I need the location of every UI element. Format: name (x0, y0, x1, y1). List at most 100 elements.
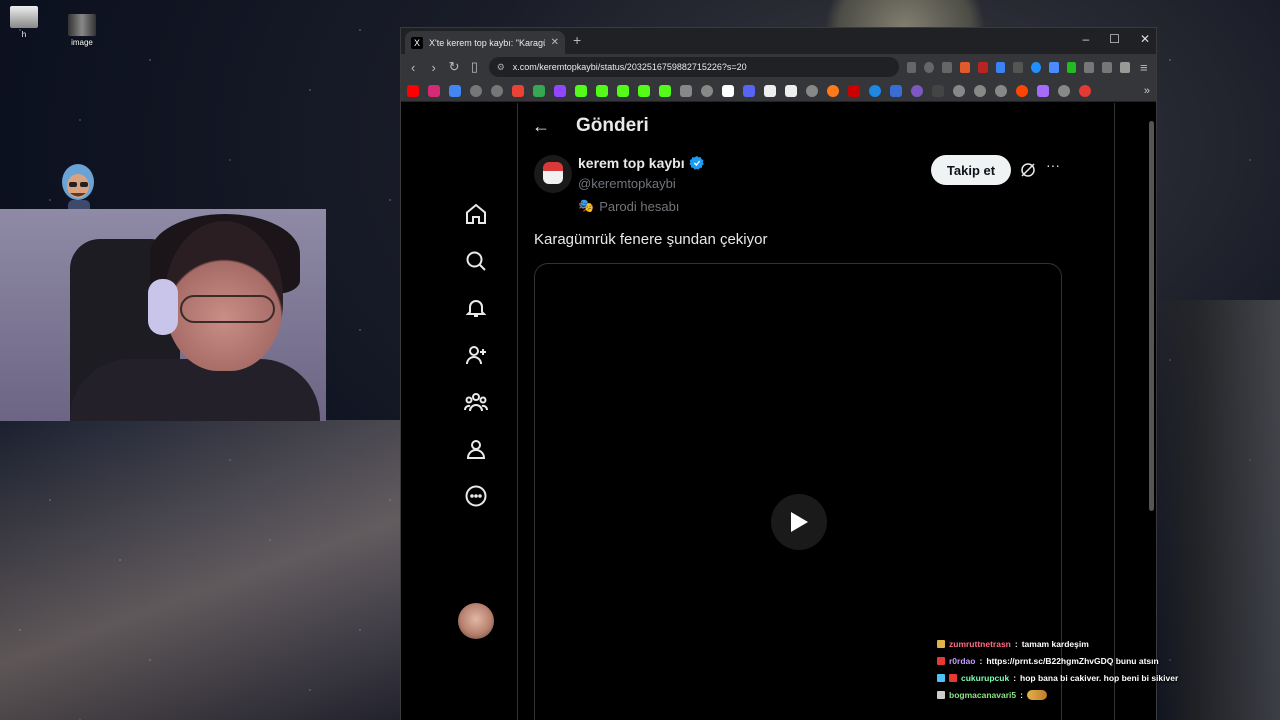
bookmark-icon[interactable]: ▯ (468, 59, 480, 75)
chat-message: r0rdao: https://prnt.sc/B22hgmZhvGDQ bun… (937, 652, 1237, 669)
kick-bookmark-icon[interactable] (575, 84, 587, 97)
sidebar-icon[interactable] (1102, 61, 1112, 73)
home-icon[interactable] (461, 199, 491, 229)
bookmark-icon[interactable] (911, 84, 923, 97)
zoom-icon[interactable] (924, 61, 935, 73)
desktop-thumbnail (10, 6, 38, 28)
search-icon[interactable] (461, 246, 491, 276)
instagram-bookmark-icon[interactable] (428, 84, 440, 97)
desktop-icon-image[interactable]: image (62, 14, 102, 47)
kick-bookmark-icon[interactable] (596, 84, 608, 97)
bookmark-icon[interactable] (1079, 84, 1091, 97)
stream-chat: zumruttnetrasn: tamam kardeşim r0rdao: h… (937, 635, 1237, 703)
minimize-button[interactable]: – (1082, 32, 1089, 46)
ublock-icon[interactable] (977, 61, 988, 73)
bookmark-icon[interactable] (827, 84, 839, 97)
author-name-row[interactable]: kerem top kaybı (578, 155, 705, 171)
author-handle[interactable]: @keremtopkaybi (578, 176, 676, 191)
desktop-icon-h[interactable]: h (4, 6, 44, 39)
globe-bookmark-icon[interactable] (995, 84, 1007, 97)
back-arrow-icon[interactable]: ← (532, 116, 550, 137)
scrollbar-thumb[interactable] (1149, 121, 1154, 511)
share-icon[interactable] (942, 61, 952, 73)
extension-icon[interactable] (1066, 61, 1077, 73)
follow-button[interactable]: Takip et (931, 155, 1011, 185)
bookmark-icon[interactable] (869, 84, 881, 97)
address-bar[interactable]: ⚙ x.com/keremtopkaybi/status/20325167598… (488, 57, 899, 77)
chat-username: zumruttnetrasn (949, 638, 1011, 649)
extension-icon[interactable] (1048, 61, 1059, 73)
amazon-bookmark-icon[interactable] (785, 84, 797, 97)
bookmark-icon[interactable] (848, 84, 860, 97)
author-name: kerem top kaybı (578, 155, 685, 171)
globe-bookmark-icon[interactable] (953, 84, 965, 97)
browser-tab[interactable]: X X'te kerem top kaybı: "Karagümr ✕ (405, 31, 565, 54)
extension-icon[interactable] (995, 61, 1006, 73)
chat-message: zumruttnetrasn: tamam kardeşim (937, 635, 1237, 652)
kick-bookmark-icon[interactable] (638, 84, 650, 97)
new-tab-button[interactable]: + (573, 32, 581, 48)
reddit-bookmark-icon[interactable] (1016, 84, 1028, 97)
bookmark-icon[interactable] (701, 84, 713, 97)
brave-shield-icon[interactable] (959, 61, 970, 73)
follow-icon[interactable] (461, 340, 491, 370)
badge-icon (937, 639, 945, 648)
globe-bookmark-icon[interactable] (470, 84, 482, 97)
bookmark-icon[interactable] (932, 84, 944, 97)
grok-icon[interactable] (1019, 161, 1037, 179)
extensions-puzzle-icon[interactable] (1084, 61, 1095, 73)
discord-bookmark-icon[interactable] (743, 84, 755, 97)
close-tab-icon[interactable]: ✕ (551, 37, 559, 48)
site-settings-icon[interactable]: ⚙ (497, 62, 505, 73)
menu-icon[interactable]: ≡ (1138, 60, 1150, 75)
browser-window: X X'te kerem top kaybı: "Karagümr ✕ + – … (400, 27, 1157, 720)
x-page: ← Gönderi kerem top kaybı @keremtopkaybi… (401, 103, 1156, 720)
close-window-button[interactable]: ✕ (1140, 32, 1150, 46)
media-icon[interactable] (1119, 61, 1130, 73)
globe-bookmark-icon[interactable] (491, 84, 503, 97)
badge-icon (937, 656, 945, 665)
kick-bookmark-icon[interactable] (617, 84, 629, 97)
more-icon[interactable] (461, 481, 491, 511)
tab-title: X'te kerem top kaybı: "Karagümr (429, 37, 545, 48)
bookmark-icon[interactable] (890, 84, 902, 97)
kick-bookmark-icon[interactable] (659, 84, 671, 97)
play-button[interactable] (771, 494, 827, 550)
forward-icon[interactable]: › (427, 60, 439, 75)
bookmark-icon[interactable] (1037, 84, 1049, 97)
twitch-bookmark-icon[interactable] (554, 84, 566, 97)
globe-bookmark-icon[interactable] (974, 84, 986, 97)
x-logo-icon: X (411, 36, 423, 49)
gmail-bookmark-icon[interactable] (512, 84, 524, 97)
communities-icon[interactable] (461, 387, 491, 417)
extension-icon[interactable] (1013, 61, 1024, 73)
account-avatar[interactable] (458, 603, 494, 639)
url-text: x.com/keremtopkaybi/status/2032516759882… (512, 62, 747, 72)
back-icon[interactable]: ‹ (407, 60, 419, 75)
browser-titlebar: X X'te kerem top kaybı: "Karagümr ✕ + – … (401, 28, 1156, 54)
notifications-icon[interactable] (461, 293, 491, 323)
p-bookmark-icon[interactable] (764, 84, 776, 97)
x-bookmark-icon[interactable] (722, 84, 734, 97)
reload-icon[interactable]: ↻ (448, 59, 460, 75)
chat-message: bogmacanavari5: (937, 686, 1237, 703)
emote-icon (1026, 689, 1047, 700)
cast-icon[interactable] (906, 61, 917, 73)
author-avatar[interactable] (534, 155, 572, 193)
bookmark-icon[interactable] (806, 84, 818, 97)
docs-bookmark-icon[interactable] (449, 84, 461, 97)
more-bookmarks-icon[interactable]: » (1144, 85, 1150, 97)
drive-bookmark-icon[interactable] (533, 84, 545, 97)
anchor-bookmark-icon[interactable] (680, 84, 692, 97)
globe-bookmark-icon[interactable] (1058, 84, 1070, 97)
extension-icon[interactable] (1031, 61, 1041, 73)
webcam-overlay (0, 209, 326, 421)
post-header: ← Gönderi (532, 115, 649, 137)
chat-username: bogmacanavari5 (949, 689, 1017, 700)
profile-icon[interactable] (461, 434, 491, 464)
bookmarks-bar: » (401, 80, 1156, 102)
person-body (70, 359, 320, 421)
youtube-bookmark-icon[interactable] (407, 84, 419, 97)
maximize-button[interactable]: ☐ (1109, 32, 1120, 46)
more-options-icon[interactable]: ··· (1046, 157, 1060, 173)
